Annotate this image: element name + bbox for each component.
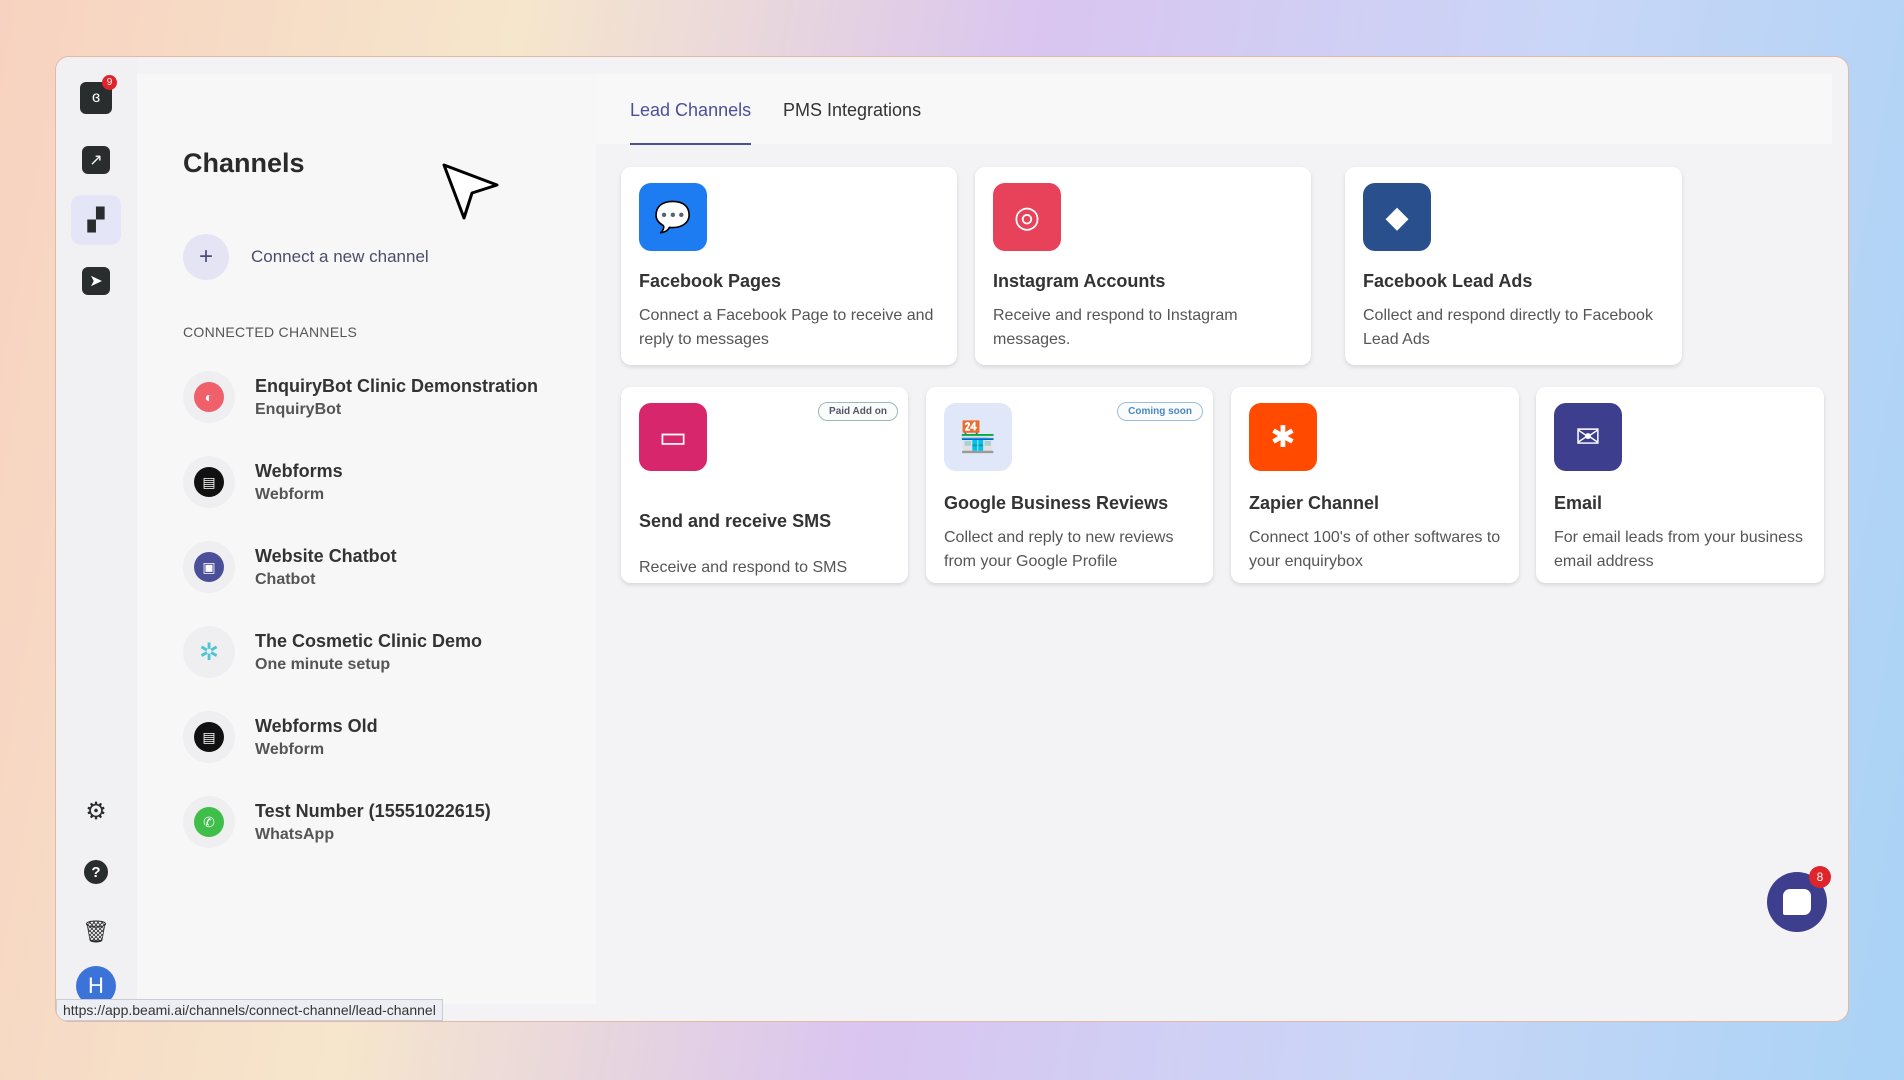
channel-icon-wrap: ✆ [183,796,235,848]
connected-channel-item[interactable]: ▣ Website Chatbot Chatbot [183,541,397,593]
icon-rail: ɞ 9 ↗ ▞ ➤ ⚙ ? 🗑 H [56,57,137,1021]
channel-card[interactable]: 💬 Facebook Pages Connect a Facebook Page… [621,167,957,365]
facebook-messenger-icon: 💬 [639,183,707,251]
channel-name: Webforms Old [255,715,378,736]
channel-name: Webforms [255,460,343,481]
email-icon: ✉ [1554,403,1622,471]
google-business-icon: 🏪 [944,403,1012,471]
channel-type: One minute setup [255,655,391,673]
card-title: Zapier Channel [1249,493,1380,513]
trash-button[interactable]: 🗑 [71,907,121,957]
card-description: Collect and reply to new reviews from yo… [944,529,1174,570]
channel-name: Website Chatbot [255,545,397,566]
apps-add-icon: ▞ [87,207,105,232]
connected-channel-item[interactable]: ▤ Webforms Webform [183,456,343,508]
page-title: Channels [183,148,305,178]
card-title: Send and receive SMS [639,511,832,531]
card-tag: Paid Add on [818,402,898,421]
main-content: Lead Channels PMS Integrations 💬 Faceboo… [596,74,1832,1004]
tab-pms-integrations[interactable]: PMS Integrations [783,100,921,143]
connected-channel-item[interactable]: ✆ Test Number (15551022615) WhatsApp [183,796,491,848]
trend-icon: ↗ [82,146,110,174]
channel-type: Webform [255,485,325,503]
card-title: Facebook Pages [639,271,782,291]
send-button[interactable]: ➤ [71,256,121,306]
card-description: Connect a Facebook Page to receive and r… [639,307,934,348]
sms-icon: ▭ [639,403,707,471]
zapier-icon: ✱ [1249,403,1317,471]
channel-icon-wrap: ▤ [183,456,235,508]
connected-channel-item[interactable]: ✲ The Cosmetic Clinic Demo One minute set… [183,626,482,678]
instagram-icon: ◎ [993,183,1061,251]
card-title: Facebook Lead Ads [1363,271,1533,291]
logo-button[interactable]: ɞ 9 [71,73,121,123]
chat-launcher-button[interactable]: 8 [1767,866,1831,932]
card-description: For email leads from your business email… [1554,529,1803,570]
channel-type: Webform [255,740,325,758]
card-description: Receive and respond to Instagram message… [993,307,1238,348]
settings-button[interactable]: ⚙ [71,786,121,836]
notification-badge: 9 [102,75,117,90]
chatbot-icon: ▣ [194,552,224,582]
sparkle-icon: ✲ [198,638,220,666]
connect-label: Connect a new channel [251,247,429,266]
channel-card[interactable]: ✱ Zapier Channel Connect 100's of other … [1231,387,1519,583]
channel-card[interactable]: 🏪 Coming soon Google Business Reviews Co… [926,387,1213,583]
channel-type: WhatsApp [255,825,335,843]
channel-icon-wrap: ▣ [183,541,235,593]
trash-icon: 🗑 [82,919,110,944]
card-description: Collect and respond directly to Facebook… [1363,307,1653,348]
analytics-button[interactable]: ↗ [71,135,121,185]
send-icon: ➤ [82,267,110,295]
channel-type: Chatbot [255,570,316,588]
section-label: CONNECTED CHANNELS [183,324,358,340]
tab-bar: Lead Channels PMS Integrations [596,74,1832,145]
webform-icon: ▤ [194,722,224,752]
status-url: https://app.beami.ai/channels/connect-ch… [56,999,443,1021]
plus-icon: + [183,234,229,280]
connect-channel-button[interactable]: + Connect a new channel [183,234,429,280]
card-title: Google Business Reviews [944,493,1169,513]
app-window: ɞ 9 ↗ ▞ ➤ ⚙ ? 🗑 H Channels + Connect a n… [55,56,1849,1022]
card-title: Email [1554,493,1603,513]
channel-icon-wrap: ▤ [183,711,235,763]
channel-icon-wrap: ✲ [183,626,235,678]
chat-icon [1783,889,1811,915]
gear-icon: ⚙ [85,797,107,825]
channels-panel: Channels + Connect a new channel CONNECT… [137,74,596,1004]
card-description: Receive and respond to SMS [639,559,848,576]
channel-name: Test Number (15551022615) [255,800,491,821]
connected-channel-item[interactable]: ▤ Webforms Old Webform [183,711,378,763]
channel-card[interactable]: ◆ Facebook Lead Ads Collect and respond … [1345,167,1682,365]
enquirybot-icon: ◐ [194,382,224,412]
channel-card[interactable]: ◎ Instagram Accounts Receive and respond… [975,167,1311,365]
mouse-cursor-icon [442,163,499,220]
channel-name: EnquiryBot Clinic Demonstration [255,375,539,396]
help-icon: ? [84,860,108,884]
webform-icon: ▤ [194,467,224,497]
channels-button[interactable]: ▞ [71,195,121,245]
card-title: Instagram Accounts [993,271,1166,291]
card-description: Connect 100's of other softwares to your… [1249,529,1501,570]
channel-card[interactable]: ▭ Paid Add on Send and receive SMS Recei… [621,387,908,583]
card-tag: Coming soon [1117,402,1203,421]
connected-channel-item[interactable]: ◐ EnquiryBot Clinic Demonstration Enquiry… [183,371,538,423]
channel-card[interactable]: ✉ Email For email leads from your busine… [1536,387,1824,583]
channel-name: The Cosmetic Clinic Demo [255,630,483,651]
tab-lead-channels[interactable]: Lead Channels [630,100,752,145]
chat-badge: 8 [1809,866,1831,888]
channel-type: EnquiryBot [255,400,342,418]
channel-icon-wrap: ◐ [183,371,235,423]
help-button[interactable]: ? [71,847,121,897]
whatsapp-icon: ✆ [194,807,224,837]
facebook-lead-ads-icon: ◆ [1363,183,1431,251]
